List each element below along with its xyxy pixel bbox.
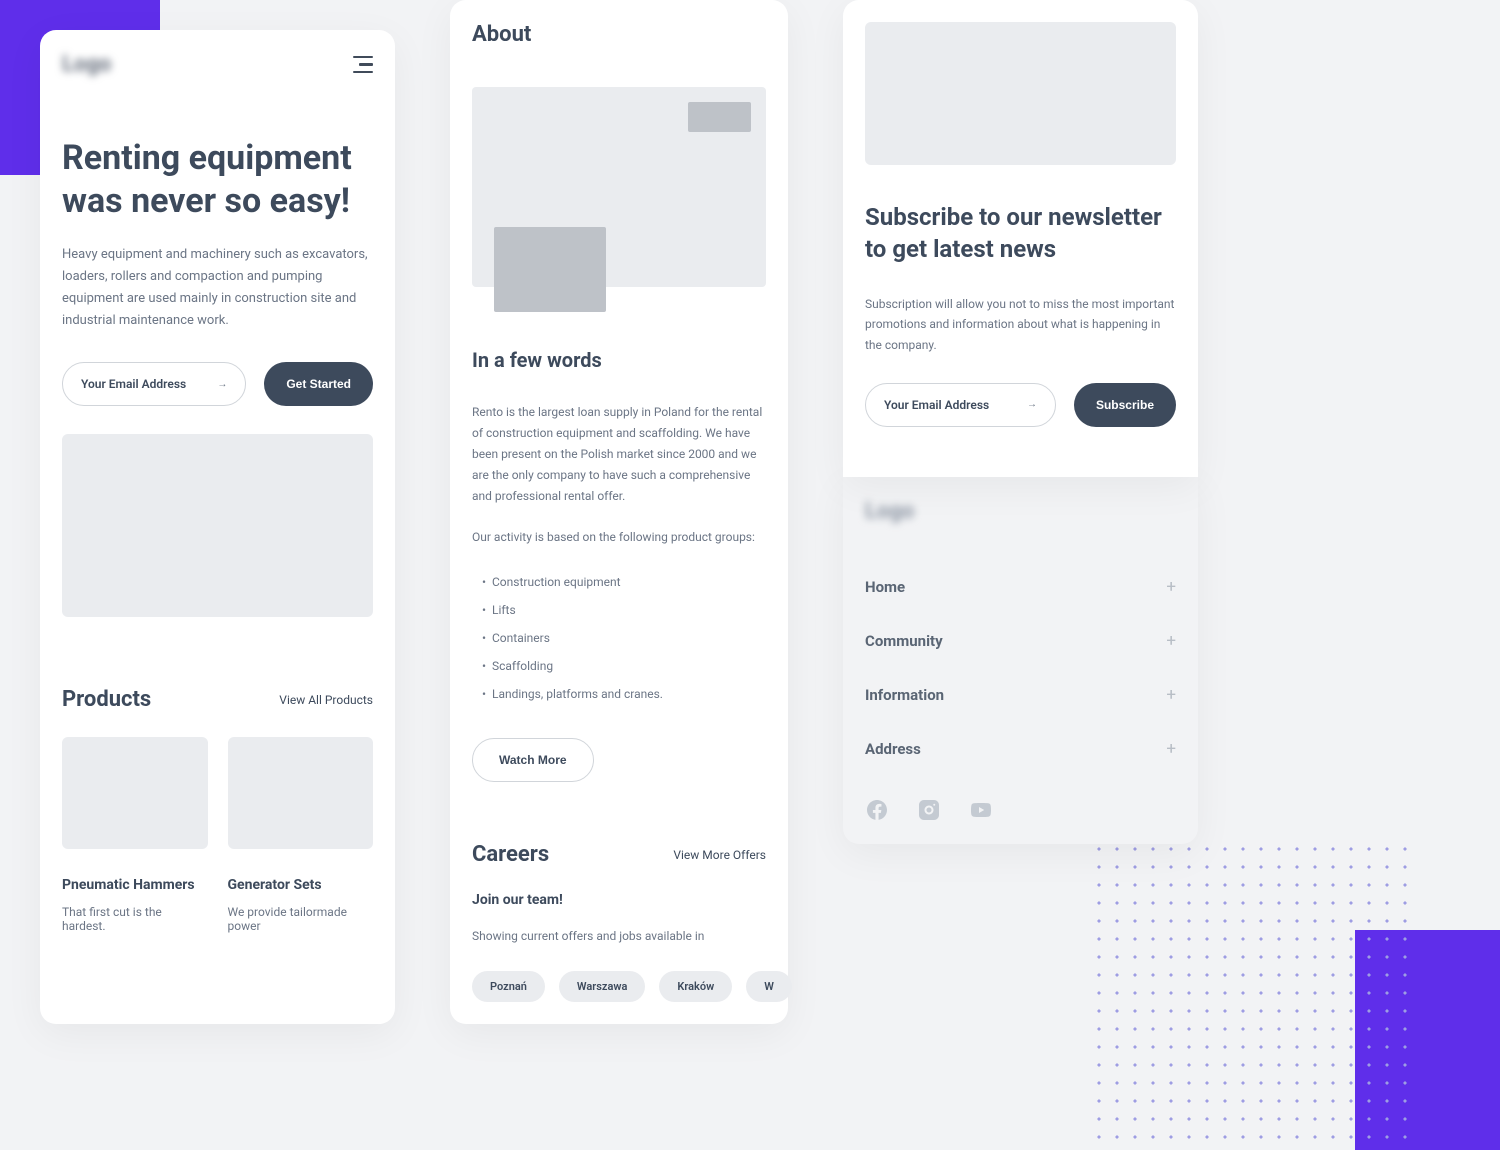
footer-item-label: Information [865, 686, 944, 704]
about-title: About [472, 22, 766, 47]
subscribe-button[interactable]: Subscribe [1074, 383, 1176, 427]
plus-icon: + [1166, 631, 1176, 651]
list-item: Construction equipment [472, 568, 766, 596]
footer-accordion-community[interactable]: Community + [865, 614, 1176, 668]
header: Logo [62, 52, 373, 77]
footer-item-label: Home [865, 578, 905, 596]
plus-icon: + [1166, 577, 1176, 597]
logo: Logo [62, 52, 111, 77]
location-chips: Poznań Warszawa Kraków W [472, 971, 766, 1002]
footer: Logo Home + Community + Information + Ad… [843, 477, 1198, 844]
location-chip[interactable]: Kraków [659, 971, 732, 1002]
social-row [865, 798, 1176, 822]
instagram-icon[interactable] [917, 798, 941, 822]
product-title: Pneumatic Hammers [62, 877, 208, 893]
product-image-placeholder [228, 737, 374, 849]
get-started-button[interactable]: Get Started [264, 362, 373, 406]
hero-title: Renting equipment was never so easy! [62, 137, 373, 222]
footer-item-label: Address [865, 740, 921, 758]
about-image-group [472, 87, 766, 312]
product-desc: We provide tailormade power [228, 905, 374, 933]
plus-icon: + [1166, 685, 1176, 705]
product-title: Generator Sets [228, 877, 374, 893]
view-more-offers-link[interactable]: View More Offers [673, 848, 766, 862]
view-all-products-link[interactable]: View All Products [279, 693, 373, 707]
location-chip[interactable]: W [746, 971, 792, 1002]
home-card: Logo Renting equipment was never so easy… [40, 30, 395, 1024]
list-item: Lifts [472, 596, 766, 624]
products-title: Products [62, 687, 151, 712]
product-image-placeholder [62, 737, 208, 849]
about-card: About In a few words Rento is the larges… [450, 0, 788, 1024]
footer-logo: Logo [865, 499, 1176, 524]
product-desc: That first cut is the hardest. [62, 905, 208, 933]
youtube-icon[interactable] [969, 798, 993, 822]
product-card[interactable]: Generator Sets We provide tailormade pow… [228, 737, 374, 933]
hero-image-placeholder [62, 434, 373, 617]
list-item: Scaffolding [472, 652, 766, 680]
list-item: Containers [472, 624, 766, 652]
newsletter-cta-row: Your Email Address → Subscribe [865, 383, 1176, 427]
about-image-overlay-placeholder [494, 227, 606, 312]
email-input[interactable]: Your Email Address → [62, 362, 246, 406]
about-image-overlay-placeholder [688, 102, 751, 132]
newsletter-desc: Subscription will allow you not to miss … [865, 294, 1176, 355]
careers-subtitle: Join our team! [472, 892, 766, 908]
careers-text: Showing current offers and jobs availabl… [472, 926, 766, 946]
products-row: Pneumatic Hammers That first cut is the … [62, 737, 373, 933]
about-list: Construction equipment Lifts Containers … [472, 568, 766, 708]
product-card[interactable]: Pneumatic Hammers That first cut is the … [62, 737, 208, 933]
hamburger-menu-icon[interactable] [353, 56, 373, 74]
newsletter-title: Subscribe to our newsletter to get lates… [865, 201, 1176, 266]
newsletter-image-placeholder [865, 22, 1176, 165]
list-item: Landings, platforms and cranes. [472, 680, 766, 708]
newsletter-email-input[interactable]: Your Email Address → [865, 383, 1056, 427]
cta-row: Your Email Address → Get Started [62, 362, 373, 406]
hero-description: Heavy equipment and machinery such as ex… [62, 244, 373, 332]
careers-title: Careers [472, 842, 549, 867]
about-text: Our activity is based on the following p… [472, 527, 766, 548]
arrow-right-icon: → [1027, 399, 1037, 410]
footer-accordion-address[interactable]: Address + [865, 722, 1176, 776]
about-subheading: In a few words [472, 348, 766, 372]
location-chip[interactable]: Poznań [472, 971, 545, 1002]
plus-icon: + [1166, 739, 1176, 759]
careers-header: Careers View More Offers [472, 842, 766, 867]
footer-accordion-information[interactable]: Information + [865, 668, 1176, 722]
facebook-icon[interactable] [865, 798, 889, 822]
email-placeholder: Your Email Address [81, 377, 186, 391]
email-placeholder: Your Email Address [884, 398, 989, 412]
footer-item-label: Community [865, 632, 943, 650]
watch-more-button[interactable]: Watch More [472, 738, 594, 782]
arrow-right-icon: → [217, 379, 227, 390]
location-chip[interactable]: Warszawa [559, 971, 646, 1002]
products-header: Products View All Products [62, 687, 373, 712]
newsletter-card: Subscribe to our newsletter to get lates… [843, 0, 1198, 477]
footer-accordion-home[interactable]: Home + [865, 560, 1176, 614]
about-text: Rento is the largest loan supply in Pola… [472, 402, 766, 507]
